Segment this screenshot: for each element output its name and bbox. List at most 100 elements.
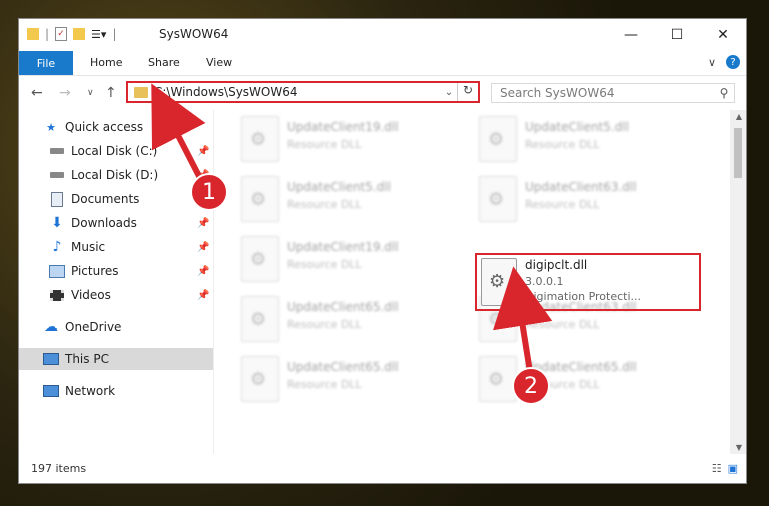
scroll-up-icon[interactable]: ▲ xyxy=(736,112,742,121)
forward-button[interactable]: → xyxy=(59,85,71,101)
pin-icon[interactable]: 📌 xyxy=(197,242,209,253)
pin-icon[interactable]: 📌 xyxy=(197,266,209,277)
file-item[interactable]: UpdateClient65.dll Resource DLL xyxy=(241,356,461,406)
quick-access-toolbar: | ✓ ☰▾ | xyxy=(27,27,116,41)
dll-file-icon xyxy=(241,116,279,162)
sidebar-item-label: OneDrive xyxy=(65,320,122,334)
file-item[interactable]: UpdateClient5.dll Resource DLL xyxy=(241,176,461,226)
address-dropdown-icon[interactable]: ⌄ xyxy=(441,87,457,98)
search-placeholder: Search SysWOW64 xyxy=(500,86,615,100)
file-item[interactable]: UpdateClient19.dll Resource DLL xyxy=(241,236,461,286)
search-icon[interactable]: ⚲ xyxy=(714,86,734,100)
view-switcher: ☷ ▣ xyxy=(712,462,738,475)
sidebar-item-this-pc[interactable]: This PC xyxy=(19,348,213,370)
file-item[interactable]: UpdateClient63.dll Resource DLL xyxy=(479,176,699,226)
search-input[interactable]: Search SysWOW64 ⚲ xyxy=(491,83,735,103)
file-list: UpdateClient19.dll Resource DLL UpdateCli… xyxy=(219,110,731,454)
step-badge-2: 2 xyxy=(512,367,550,405)
tab-share[interactable]: Share xyxy=(148,56,180,69)
folder-icon[interactable] xyxy=(27,28,39,40)
target-file-item[interactable]: digipclt.dll 3.0.0.1 Digimation Protecti… xyxy=(475,253,701,311)
ribbon-controls: ∨ ? xyxy=(708,55,740,69)
ribbon: File Home Share View ∨ ? xyxy=(19,51,746,76)
sidebar-item-local-disk-d[interactable]: Local Disk (D:) xyxy=(49,164,158,186)
sidebar-item-quick-access[interactable]: ★ Quick access xyxy=(43,116,143,138)
new-folder-icon[interactable] xyxy=(73,28,86,40)
tab-file[interactable]: File xyxy=(19,51,73,75)
dll-file-icon xyxy=(241,356,279,402)
maximize-button[interactable]: ☐ xyxy=(654,19,700,51)
file-desc: Resource DLL xyxy=(287,138,362,151)
music-icon: ♪ xyxy=(52,239,62,255)
cloud-icon: ☁ xyxy=(44,319,58,335)
dll-file-icon xyxy=(479,116,517,162)
pin-icon[interactable]: 📌 xyxy=(197,218,209,229)
sidebar-item-onedrive[interactable]: ☁ OneDrive xyxy=(43,316,121,338)
sidebar-item-label: This PC xyxy=(65,352,109,366)
file-name: UpdateClient65.dll xyxy=(287,300,399,314)
file-desc: Resource DLL xyxy=(525,198,600,211)
properties-icon[interactable]: ✓ xyxy=(55,27,68,41)
sidebar-item-pictures[interactable]: Pictures xyxy=(49,260,119,282)
item-count: 197 items xyxy=(31,462,87,475)
file-name: UpdateClient19.dll xyxy=(287,120,399,134)
recent-locations-button[interactable]: ∨ xyxy=(87,88,94,98)
sidebar-item-videos[interactable]: Videos xyxy=(49,284,111,306)
dll-file-icon xyxy=(241,296,279,342)
expand-ribbon-icon[interactable]: ∨ xyxy=(708,56,716,69)
file-item[interactable]: UpdateClient19.dll Resource DLL xyxy=(241,116,461,166)
pictures-icon xyxy=(49,264,65,278)
help-icon[interactable]: ? xyxy=(726,55,740,69)
address-bar[interactable]: C:\Windows\SysWOW64 ⌄ ↻ xyxy=(126,81,480,103)
pin-icon[interactable]: 📌 xyxy=(197,146,209,157)
step-badge-1: 1 xyxy=(190,173,228,211)
file-name: UpdateClient5.dll xyxy=(287,180,391,194)
file-item[interactable]: UpdateClient5.dll Resource DLL xyxy=(479,116,699,166)
tab-home[interactable]: Home xyxy=(90,56,122,69)
dll-file-icon xyxy=(481,258,517,306)
navigation-bar: ← → ∨ ↑ C:\Windows\SysWOW64 ⌄ ↻ Search S… xyxy=(19,76,746,110)
downloads-icon: ⬇ xyxy=(51,215,63,231)
dll-file-icon xyxy=(479,176,517,222)
computer-icon xyxy=(43,352,59,366)
sidebar-item-local-disk-c[interactable]: Local Disk (C:) xyxy=(49,140,157,162)
vertical-scrollbar[interactable]: ▲ ▼ xyxy=(730,110,746,454)
title-bar: | ✓ ☰▾ | SysWOW64 — ☐ ✕ xyxy=(19,19,746,51)
back-button[interactable]: ← xyxy=(31,85,43,101)
details-view-icon[interactable]: ☷ xyxy=(712,462,722,475)
file-desc: Digimation Protecti... xyxy=(525,290,642,303)
dll-file-icon xyxy=(479,356,517,402)
folder-icon xyxy=(134,86,148,98)
explorer-window: | ✓ ☰▾ | SysWOW64 — ☐ ✕ File Home Share … xyxy=(18,18,747,484)
sidebar-item-downloads[interactable]: ⬇ Downloads xyxy=(49,212,137,234)
videos-icon xyxy=(49,288,65,302)
refresh-icon[interactable]: ↻ xyxy=(457,83,478,101)
customize-icon[interactable]: ☰▾ xyxy=(91,28,106,41)
file-item[interactable]: UpdateClient65.dll Resource DLL xyxy=(241,296,461,346)
sidebar-item-documents[interactable]: Documents xyxy=(49,188,139,210)
pin-icon[interactable]: 📌 xyxy=(197,290,209,301)
file-name: UpdateClient65.dll xyxy=(287,360,399,374)
address-path[interactable]: C:\Windows\SysWOW64 xyxy=(154,85,441,99)
sidebar-item-label: Quick access xyxy=(65,120,144,134)
sidebar-item-label: Local Disk (D:) xyxy=(71,168,159,182)
scroll-down-icon[interactable]: ▼ xyxy=(736,443,742,452)
divider: | xyxy=(112,27,117,41)
file-name: UpdateClient19.dll xyxy=(287,240,399,254)
close-button[interactable]: ✕ xyxy=(700,19,746,51)
scroll-thumb[interactable] xyxy=(734,128,742,178)
window-title: SysWOW64 xyxy=(159,27,229,41)
minimize-button[interactable]: — xyxy=(608,19,654,51)
file-desc: Resource DLL xyxy=(287,318,362,331)
large-icons-view-icon[interactable]: ▣ xyxy=(728,462,738,475)
file-name: UpdateClient63.dll xyxy=(525,180,637,194)
sidebar-item-music[interactable]: ♪ Music xyxy=(49,236,106,258)
file-name: digipclt.dll xyxy=(525,258,588,272)
file-desc: Resource DLL xyxy=(525,138,600,151)
up-button[interactable]: ↑ xyxy=(105,85,117,101)
sidebar-item-network[interactable]: Network xyxy=(43,380,115,402)
tab-view[interactable]: View xyxy=(206,56,232,69)
dll-file-icon xyxy=(241,176,279,222)
sidebar-item-label: Music xyxy=(71,240,106,254)
status-bar: 197 items ☷ ▣ xyxy=(19,453,746,483)
